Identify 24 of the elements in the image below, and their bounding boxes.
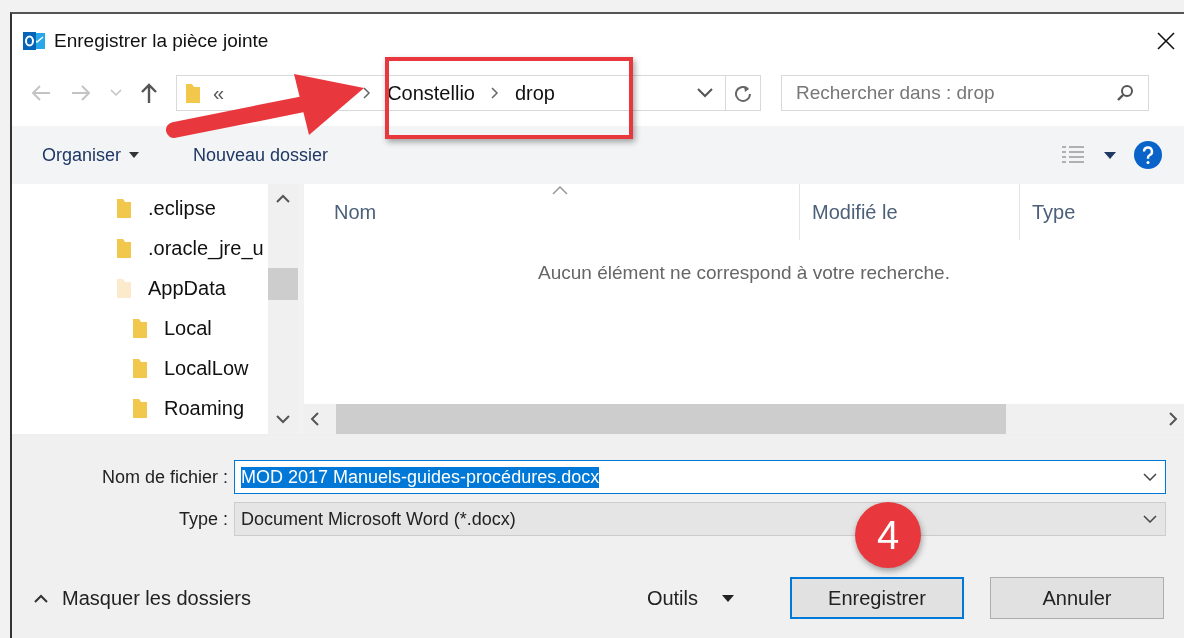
folder-tree-item[interactable]: .eclipse (148, 196, 216, 220)
column-header[interactable]: Nom (304, 184, 800, 240)
column-header[interactable]: Modifié le (800, 184, 1020, 240)
overflow-chevrons[interactable]: « (213, 81, 225, 105)
tools-menu[interactable]: Outils (646, 586, 734, 610)
cancel-button[interactable]: Annuler (990, 577, 1164, 619)
filename-field[interactable]: MOD 2017 Manuels-guides-procédures.docx (234, 460, 1166, 494)
save-button[interactable]: Enregistrer (790, 577, 964, 619)
folder-tree-item[interactable]: Roaming (164, 396, 245, 420)
filename-label: Nom de fichier : (100, 466, 229, 488)
organize-menu[interactable]: Organiser (42, 144, 140, 166)
new-folder-button[interactable]: Nouveau dossier (193, 144, 329, 166)
empty-message: Aucun élément ne correspond à votre recherche. (537, 261, 951, 285)
column-header[interactable]: Type (1020, 184, 1184, 240)
folder-tree-item[interactable]: AppData (148, 276, 226, 300)
folder-tree-item[interactable]: LocalLow (164, 356, 249, 380)
search-field[interactable]: Rechercher dans : drop (781, 75, 1149, 111)
window-title: Enregistrer la pièce jointe (54, 30, 269, 52)
folder-tree-item[interactable]: .oracle_jre_u (148, 236, 264, 260)
folder-tree-item[interactable]: Local (164, 316, 212, 340)
hide-folders-toggle[interactable]: Masquer les dossiers (34, 586, 251, 610)
breadcrumb-item[interactable]: drop (510, 81, 559, 105)
type-label: Type : (177, 508, 229, 530)
breadcrumb-item[interactable]: Constellio (383, 81, 479, 105)
